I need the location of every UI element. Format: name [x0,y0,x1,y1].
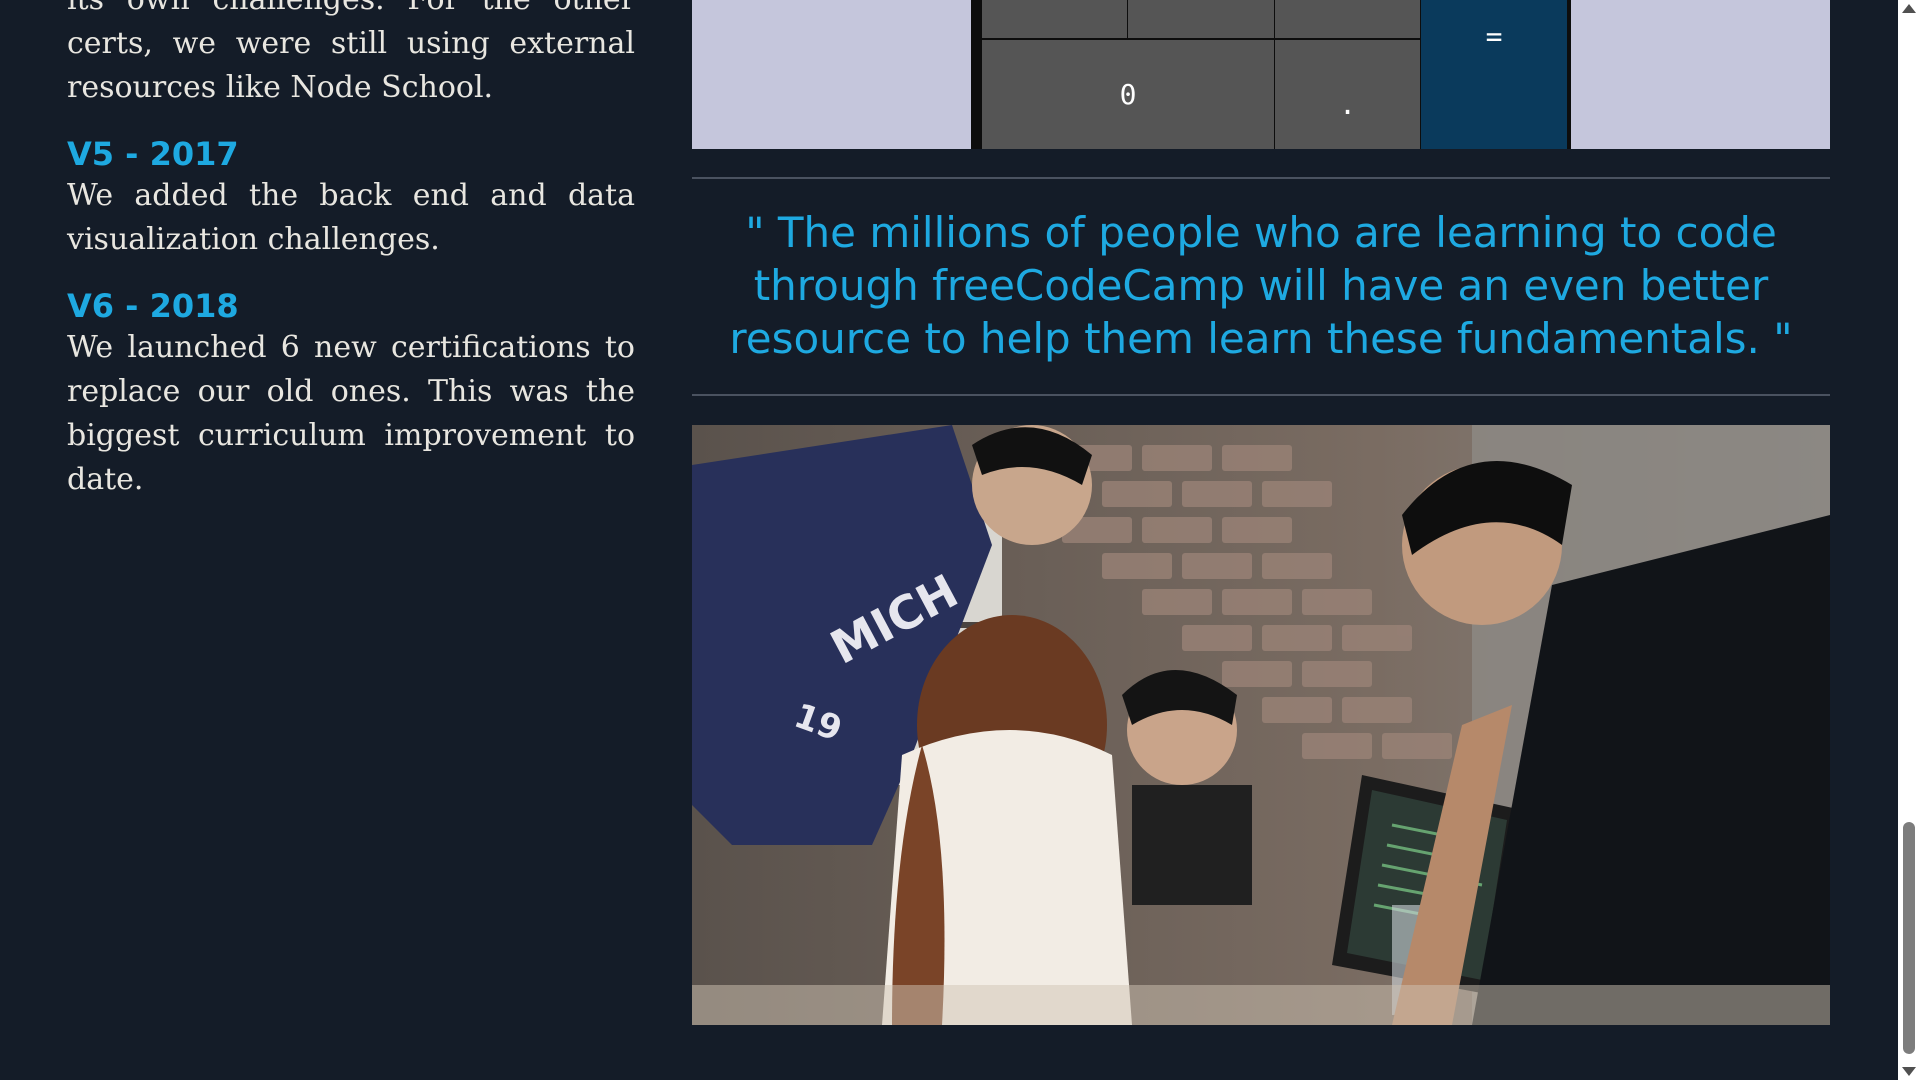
calculator-key [982,0,1127,38]
triangle-up-icon[interactable] [1902,4,1916,13]
version-heading-v5: V5 - 2017 [67,135,239,173]
version-heading-v6: V6 - 2018 [67,287,239,325]
quote-bottom-divider [692,394,1830,396]
feature-quote: " The millions of people who are learnin… [729,208,1793,363]
scrollbar-thumb[interactable] [1903,822,1915,1054]
version-text-v6: We launched 6 new certifications to repl… [67,330,635,497]
calculator-key [1128,0,1274,38]
calculator-body: 0 . = [971,0,1571,149]
calculator-key [1275,0,1420,38]
calculator-key-decimal: . [1275,40,1420,149]
calculator-key-zero: 0 [982,40,1274,149]
page-scrollbar[interactable] [1898,0,1920,1080]
quote-top-divider [692,177,1830,179]
history-column: its own challenges. For the other certs,… [67,0,635,502]
calculator-key-equals: = [1421,0,1567,149]
campers-photo: MICH 19 [692,425,1830,1025]
triangle-down-icon[interactable] [1902,1067,1916,1076]
calculator-preview: 0 . = [692,0,1830,149]
intro-paragraph: its own challenges. For the other certs,… [67,0,635,105]
version-text-v5: We added the back end and data visualiza… [67,178,635,257]
campers-photo-illustration: MICH 19 [692,425,1830,1025]
